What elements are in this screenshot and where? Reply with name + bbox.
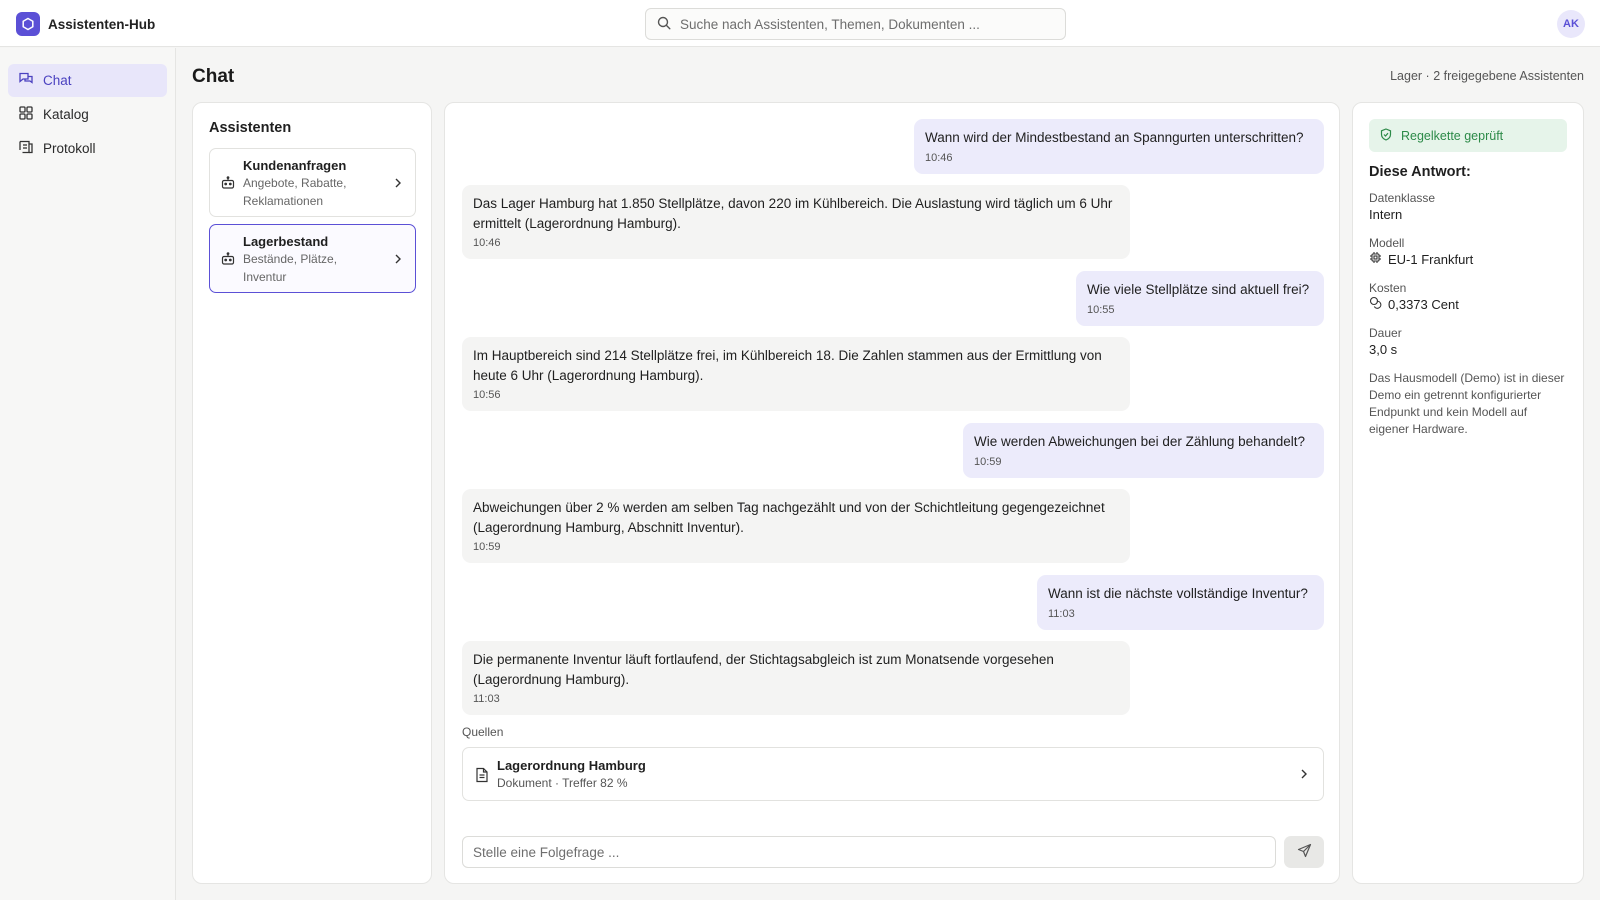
message-text: Wie viele Stellplätze sind aktuell frei? [1087,282,1310,297]
chat-panel: Wann wird der Mindestbestand an Spanngur… [444,102,1340,884]
duration-label: Dauer [1369,326,1402,340]
sidebar-item-protokoll[interactable]: Protokoll [8,132,167,165]
user-message: Wann wird der Mindestbestand an Spanngur… [914,119,1324,174]
assistant-desc: Bestände, Plätze, Inventur [243,252,338,284]
bot-icon [221,176,235,193]
message-time: 10:46 [925,151,953,164]
message-time: 10:59 [473,541,501,553]
send-button[interactable] [1284,836,1324,868]
grid-icon [18,105,34,124]
assistant-message: Im Hauptbereich sind 214 Stellplätze fre… [462,337,1130,411]
user-avatar[interactable]: AK [1557,10,1585,38]
sidebar-item-label: Katalog [43,107,89,122]
hub-logo-icon [16,12,40,36]
message-time: 10:59 [974,455,1002,468]
message-time: 10:55 [1087,303,1115,316]
message-text: Wann ist die nächste vollständige Invent… [1048,586,1308,601]
message-text: Wie werden Abweichungen bei der Zählung … [974,434,1305,449]
duration-text: 3,0 s [1369,342,1398,357]
sidebar-item-label: Protokoll [43,141,96,156]
search-box[interactable] [645,8,1066,40]
duration-value: 3,0 s [1369,341,1567,359]
assistant-message: Abweichungen über 2 % werden am selben T… [462,489,1130,563]
model-text: EU-1 Frankfurt [1388,252,1474,267]
message-text: Im Hauptbereich sind 214 Stellplätze fre… [473,348,1102,383]
assistants-heading: Assistenten [209,120,292,136]
answer-details-panel: Regelkette geprüft Diese Antwort: Datenk… [1352,102,1584,884]
chevron-right-icon [1299,768,1309,783]
document-icon [475,767,489,786]
top-bar: Assistenten-Hub AK [0,0,1600,47]
cost-label: Kosten [1369,281,1407,295]
chat-icon [18,71,34,90]
shield-check-icon [1380,127,1392,144]
source-card[interactable]: Lagerordnung Hamburg Dokument · Treffer … [462,747,1324,801]
model-label: Modell [1369,236,1405,250]
source-title: Lagerordnung Hamburg [497,758,646,773]
sidebar: Chat Katalog Protokoll [0,48,176,900]
assistant-name: Lagerbestand [243,234,329,249]
follow-up-input[interactable] [462,836,1276,868]
assistant-card-lagerbestand[interactable]: Lagerbestand Bestände, Plätze, Inventur [209,224,416,293]
rule-check-badge: Regelkette geprüft [1369,119,1567,152]
log-icon [18,139,34,158]
bot-icon [221,252,235,269]
message-time: 11:03 [1048,607,1075,620]
data-class-value: Intern [1369,206,1567,224]
assistant-message: Das Lager Hamburg hat 1.850 Stellplätze,… [462,185,1130,259]
user-message: Wann ist die nächste vollständige Invent… [1037,575,1324,630]
sidebar-item-label: Chat [43,73,72,88]
page-meta: Lager · 2 freigegebene Assistenten [1390,69,1584,83]
message-text: Die permanente Inventur läuft fortlaufen… [473,652,1054,687]
cost-value: 0,3373 Cent [1369,296,1567,314]
assistant-message: Die permanente Inventur läuft fortlaufen… [462,641,1130,715]
assistants-panel: Assistenten Kundenanfragen Angebote, Rab… [192,102,432,884]
source-subtitle: Dokument · Treffer 82 % [497,776,628,790]
chip-icon [1369,251,1382,269]
message-text: Das Lager Hamburg hat 1.850 Stellplätze,… [473,196,1113,231]
message-text: Wann wird der Mindestbestand an Spanngur… [925,130,1304,145]
assistant-name: Kundenanfragen [243,158,347,173]
app-name: Assistenten-Hub [48,16,156,32]
model-value: EU-1 Frankfurt [1369,251,1567,269]
sidebar-item-katalog[interactable]: Katalog [8,98,167,131]
badge-text: Regelkette geprüft [1401,128,1504,143]
coins-icon [1369,296,1382,314]
model-note: Das Hausmodell (Demo) ist in dieser Demo… [1369,371,1565,436]
message-time: 11:03 [473,693,500,705]
message-time: 10:56 [473,389,501,401]
user-message: Wie werden Abweichungen bei der Zählung … [963,423,1324,478]
sources-label: Quellen [462,725,504,739]
search-icon [657,16,671,33]
cost-text: 0,3373 Cent [1388,297,1459,312]
message-text: Abweichungen über 2 % werden am selben T… [473,500,1105,535]
message-time: 10:46 [473,237,501,249]
send-icon [1297,843,1312,861]
data-class-label: Datenklasse [1369,191,1436,205]
assistant-card-kundenanfragen[interactable]: Kundenanfragen Angebote, Rabatte, Reklam… [209,148,416,217]
details-heading: Diese Antwort: [1369,164,1471,180]
sidebar-item-chat[interactable]: Chat [8,64,167,97]
chevron-right-icon [393,253,403,268]
brand[interactable]: Assistenten-Hub [16,12,155,36]
data-class-text: Intern [1369,207,1403,222]
search-input[interactable] [680,16,1040,32]
page-title: Chat [192,66,235,87]
chevron-right-icon [393,177,403,192]
user-message: Wie viele Stellplätze sind aktuell frei?… [1076,271,1324,326]
assistant-desc: Angebote, Rabatte, Reklamationen [243,176,347,208]
